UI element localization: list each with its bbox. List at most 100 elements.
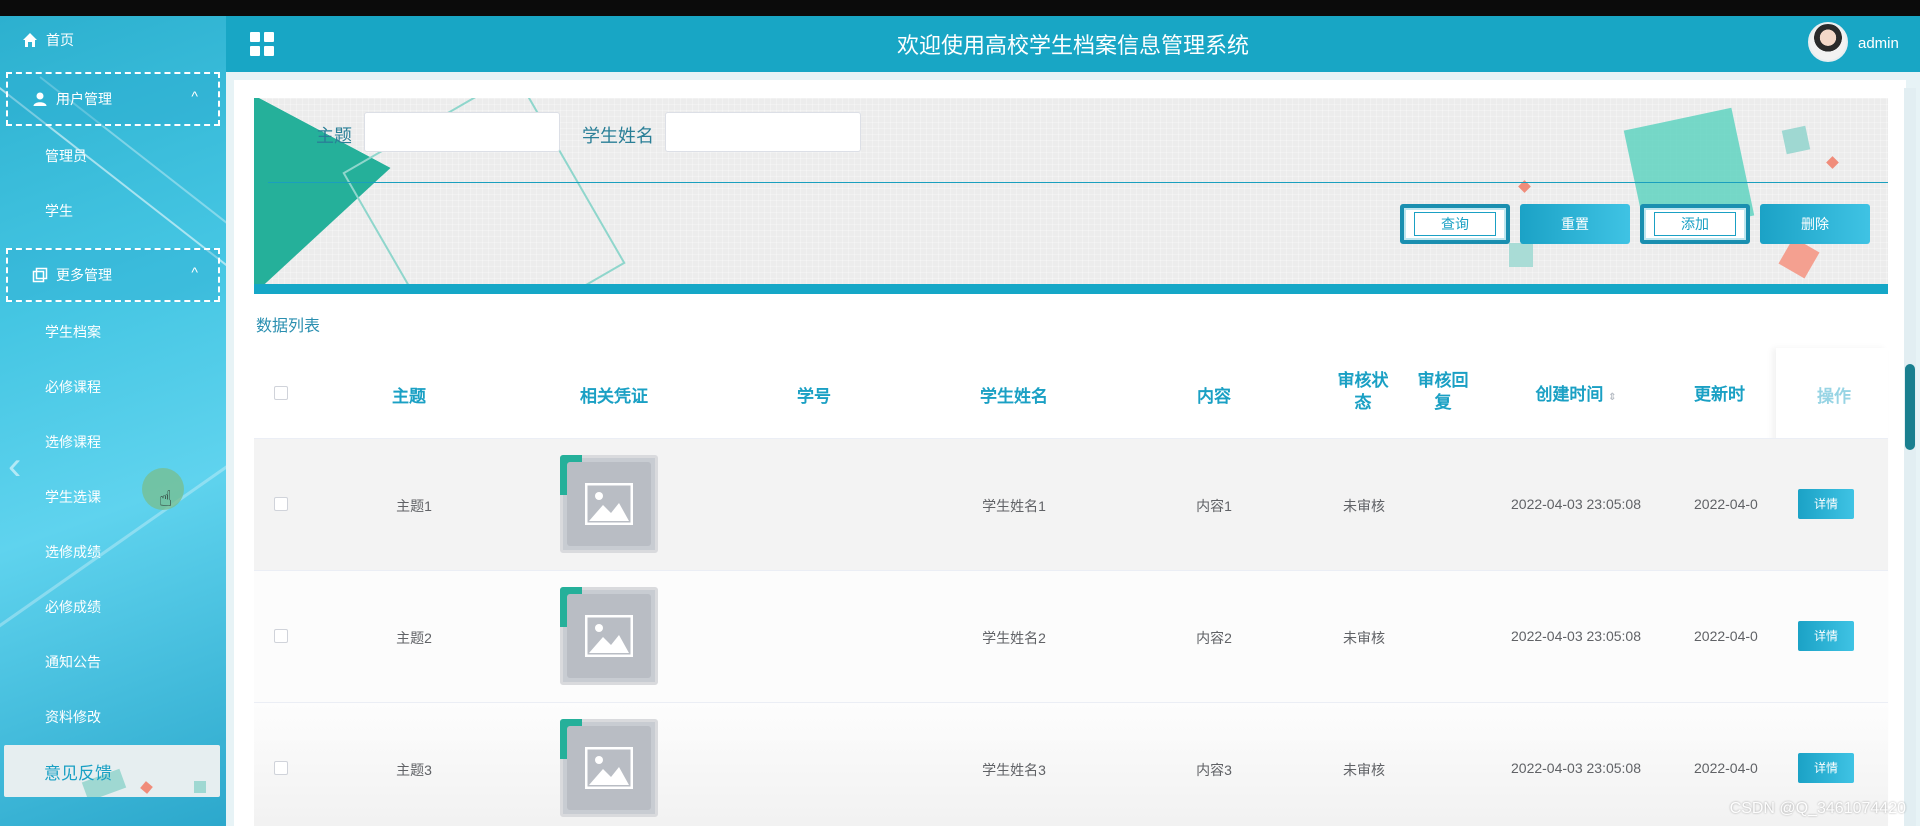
username[interactable]: admin (1858, 35, 1899, 52)
cell-review-status: 未审核 (1343, 630, 1385, 646)
query-button[interactable]: 查询 (1400, 204, 1510, 244)
delete-button[interactable]: 删除 (1760, 204, 1870, 244)
col-evidence: 相关凭证 (580, 387, 648, 406)
cell-created: 2022-04-03 23:05:08 (1511, 628, 1641, 644)
cell-updated: 2022-04-0 (1694, 496, 1758, 512)
sidebar-item-elective-grades[interactable]: 选修成绩 (45, 542, 226, 562)
window-top-strip (0, 0, 1920, 16)
col-content: 内容 (1197, 387, 1231, 406)
sidebar-item-admin[interactable]: 管理员 (45, 146, 226, 166)
hand-cursor-icon: ☝ (159, 486, 173, 511)
detail-button[interactable]: 详情 (1798, 753, 1854, 783)
sidebar-item-student[interactable]: 学生 (45, 201, 226, 221)
table-row: 主题2 学生姓名2 内容2 未审核 2022-04-03 23:05:08 20… (254, 570, 1888, 702)
add-button-label: 添加 (1654, 212, 1736, 236)
sidebar-item-feedback[interactable]: 意见反馈 (4, 745, 220, 797)
user-icon (33, 92, 47, 106)
search-decoration (1781, 125, 1811, 155)
top-header: 欢迎使用高校学生档案信息管理系统 admin (226, 16, 1920, 72)
home-icon (23, 33, 37, 47)
avatar[interactable] (1808, 22, 1848, 62)
chevron-up-icon: ^ (191, 88, 198, 104)
row-checkbox[interactable] (274, 629, 288, 643)
evidence-thumbnail[interactable] (560, 587, 658, 685)
image-placeholder-icon (585, 615, 633, 657)
sidebar-item-profile-edit[interactable]: 资料修改 (45, 707, 226, 727)
query-button-label: 查询 (1414, 212, 1496, 236)
detail-button[interactable]: 详情 (1798, 489, 1854, 519)
sidebar-item-notices[interactable]: 通知公告 (45, 652, 226, 672)
sidebar-item-home[interactable]: 首页 (22, 30, 226, 50)
image-placeholder-icon (585, 483, 633, 525)
chevron-left-icon: ‹ (8, 444, 22, 488)
cell-content: 内容3 (1196, 762, 1232, 778)
scrollbar-thumb[interactable] (1905, 364, 1915, 450)
cell-content: 内容2 (1196, 630, 1232, 646)
table-row: 主题1 学生姓名1 内容1 未审核 2022-04-03 23:05:08 20… (254, 438, 1888, 570)
cell-review-status: 未审核 (1343, 498, 1385, 514)
list-title: 数据列表 (256, 318, 321, 335)
col-updated: 更新时 (1694, 385, 1745, 404)
select-all-checkbox[interactable] (274, 386, 288, 400)
col-review-reply: 审核回复 (1417, 371, 1469, 412)
feedback-decoration (194, 781, 206, 793)
evidence-thumbnail[interactable] (560, 719, 658, 817)
page-title: 欢迎使用高校学生档案信息管理系统 (896, 33, 1249, 58)
search-decoration (1826, 156, 1839, 169)
sidebar-item-label: 意见反馈 (44, 764, 112, 783)
cell-review-status: 未审核 (1343, 762, 1385, 778)
table-row: 主题3 学生姓名3 内容3 未审核 2022-04-03 23:05:08 20… (254, 702, 1888, 826)
cell-student-name: 学生姓名1 (982, 498, 1046, 514)
reset-button[interactable]: 重置 (1520, 204, 1630, 244)
cell-created: 2022-04-03 23:05:08 (1511, 496, 1641, 512)
content-panel: 主题 学生姓名 查询 重置 添加 删除 数据列表 主题 相关凭证 学号 学生姓名… (234, 80, 1906, 826)
student-name-input[interactable] (665, 112, 861, 152)
cell-student-name: 学生姓名2 (982, 630, 1046, 646)
cell-content: 内容1 (1196, 498, 1232, 514)
search-bottom-bar (254, 284, 1888, 294)
feedback-decoration (140, 781, 153, 794)
subject-label: 主题 (316, 126, 352, 146)
cell-subject: 主题2 (396, 630, 432, 646)
sidebar-item-student-archive[interactable]: 学生档案 (45, 322, 226, 342)
data-table: 主题 相关凭证 学号 学生姓名 内容 审核状态 审核回复 创建时间 ⇕ 更新时 … (254, 348, 1888, 826)
evidence-thumbnail[interactable] (560, 455, 658, 553)
subject-input[interactable] (364, 112, 560, 152)
image-placeholder-icon (585, 747, 633, 789)
row-checkbox[interactable] (274, 761, 288, 775)
col-student-name: 学生姓名 (980, 387, 1048, 406)
col-created[interactable]: 创建时间 ⇕ (1516, 380, 1636, 405)
table-header: 主题 相关凭证 学号 学生姓名 内容 审核状态 审核回复 创建时间 ⇕ 更新时 … (254, 348, 1888, 438)
col-student-no: 学号 (797, 387, 831, 406)
sidebar-group-user-management[interactable]: 用户管理 ^ (6, 72, 220, 126)
page-scrollbar[interactable] (1904, 88, 1916, 826)
sidebar-item-label: 首页 (46, 32, 74, 48)
sidebar: ‹ 首页 用户管理 ^ 管理员 学生 更多管理 ^ 学生档案 必修课程 选修课程… (0, 16, 226, 826)
row-checkbox[interactable] (274, 497, 288, 511)
col-subject: 主题 (392, 387, 426, 406)
detail-button[interactable]: 详情 (1798, 621, 1854, 651)
col-created-label: 创建时间 (1535, 385, 1604, 404)
cell-subject: 主题3 (396, 762, 432, 778)
sidebar-group-label: 用户管理 (56, 91, 112, 107)
search-area: 主题 学生姓名 查询 重置 添加 删除 (254, 98, 1888, 294)
main-content: 主题 学生姓名 查询 重置 添加 删除 数据列表 主题 相关凭证 学号 学生姓名… (226, 72, 1920, 826)
cell-created: 2022-04-03 23:05:08 (1511, 760, 1641, 776)
sidebar-item-required-grades[interactable]: 必修成绩 (45, 597, 226, 617)
cell-updated: 2022-04-0 (1694, 628, 1758, 644)
sidebar-group-label: 更多管理 (56, 267, 112, 283)
watermark: CSDN @Q_3461074420 (1729, 800, 1906, 817)
cell-subject: 主题1 (396, 498, 432, 514)
cell-updated: 2022-04-0 (1694, 760, 1758, 776)
col-review-status: 审核状态 (1337, 371, 1389, 412)
student-name-label: 学生姓名 (582, 126, 654, 146)
sidebar-group-more-management[interactable]: 更多管理 ^ (6, 248, 220, 302)
sidebar-item-elective-courses[interactable]: 选修课程 (45, 432, 226, 452)
chevron-up-icon: ^ (191, 264, 198, 280)
cell-student-name: 学生姓名3 (982, 762, 1046, 778)
sidebar-item-course-selection[interactable]: 学生选课 (45, 487, 226, 507)
search-decoration (1509, 243, 1533, 267)
sidebar-item-required-courses[interactable]: 必修课程 (45, 377, 226, 397)
sort-icon[interactable]: ⇕ (1608, 392, 1616, 403)
add-button[interactable]: 添加 (1640, 204, 1750, 244)
